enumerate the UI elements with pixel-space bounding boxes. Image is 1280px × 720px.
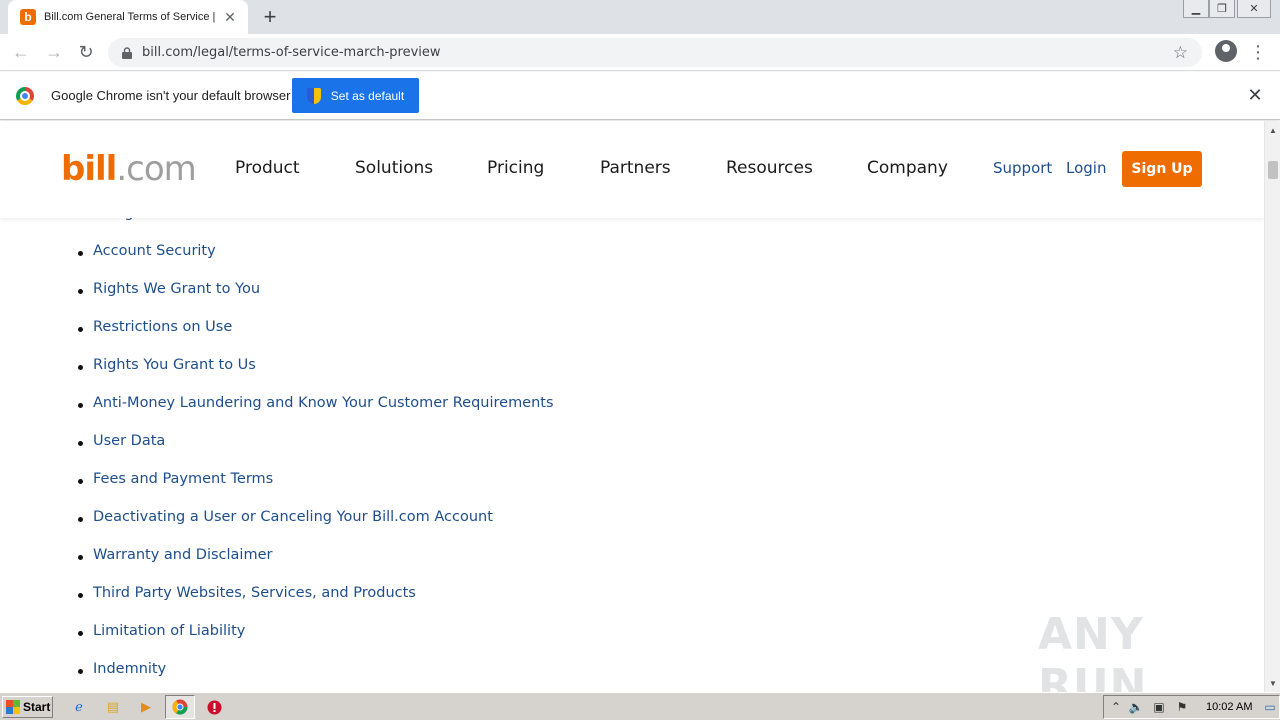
restore-icon[interactable]: ❐ bbox=[1209, 0, 1235, 18]
back-arrow-icon[interactable]: ← bbox=[9, 40, 33, 64]
url-text: bill.com/legal/terms-of-service-march-pr… bbox=[142, 45, 441, 60]
profile-avatar-icon[interactable] bbox=[1215, 40, 1237, 62]
infobar-message: Google Chrome isn't your default browser bbox=[51, 88, 291, 103]
nav-solutions[interactable]: Solutions bbox=[355, 158, 433, 178]
toc-item[interactable]: Indemnity bbox=[78, 661, 554, 692]
support-link[interactable]: Support bbox=[993, 159, 1052, 177]
infobar-close-icon[interactable]: ✕ bbox=[1246, 84, 1264, 106]
logo-dotcom: .com bbox=[116, 149, 196, 189]
tray-expand-icon[interactable]: ⌃ bbox=[1108, 699, 1124, 715]
toc-item[interactable]: User Data bbox=[78, 433, 554, 471]
system-tray: ⌃ 🔈 ▣ ⚑ ▭ bbox=[1103, 695, 1280, 719]
media-player-icon[interactable]: ▶ bbox=[137, 698, 155, 716]
action-center-flag-icon[interactable]: ⚑ bbox=[1174, 699, 1190, 715]
stop-alert-icon[interactable] bbox=[205, 698, 223, 716]
taskbar-clock[interactable]: 10:02 AM bbox=[1206, 701, 1252, 713]
bookmark-star-icon[interactable]: ☆ bbox=[1173, 43, 1188, 63]
windows-logo-icon bbox=[6, 700, 20, 714]
bill-favicon-icon: b bbox=[20, 9, 36, 25]
tab-strip: b Bill.com General Terms of Service | Bi… bbox=[0, 0, 1280, 34]
reload-icon[interactable]: ↻ bbox=[74, 40, 98, 64]
browser-toolbar: ← → ↻ bill.com/legal/terms-of-service-ma… bbox=[0, 34, 1280, 71]
login-link[interactable]: Login bbox=[1066, 159, 1106, 177]
toc-item[interactable]: Fees and Payment Terms bbox=[78, 471, 554, 509]
chrome-menu-icon[interactable]: ⋮ bbox=[1249, 40, 1267, 64]
uac-shield-icon bbox=[306, 87, 321, 104]
lock-icon bbox=[120, 46, 134, 60]
logo-bill: bill bbox=[61, 149, 117, 189]
chrome-taskbar-icon bbox=[171, 698, 189, 716]
window-close-icon[interactable]: ✕ bbox=[1237, 0, 1271, 18]
nav-product[interactable]: Product bbox=[235, 158, 300, 178]
new-tab-icon[interactable]: + bbox=[258, 4, 282, 29]
internet-explorer-icon[interactable]: ℯ bbox=[70, 698, 88, 716]
windows-taskbar: Start ℯ ▤ ▶ ⌃ 🔈 ▣ ⚑ ▭ 10:02 AM bbox=[0, 692, 1280, 720]
nav-resources[interactable]: Resources bbox=[726, 158, 813, 178]
nav-partners[interactable]: Partners bbox=[600, 158, 671, 178]
site-header: bill.com Product Solutions Pricing Partn… bbox=[0, 121, 1264, 218]
scrollbar-thumb[interactable] bbox=[1268, 161, 1278, 179]
page-viewport: bill.com Product Solutions Pricing Partn… bbox=[0, 121, 1264, 692]
toc-item[interactable]: Third Party Websites, Services, and Prod… bbox=[78, 585, 554, 623]
forward-arrow-icon[interactable]: → bbox=[42, 40, 66, 64]
browser-tab[interactable]: b Bill.com General Terms of Service | Bi… bbox=[8, 0, 248, 34]
address-bar[interactable]: bill.com/legal/terms-of-service-march-pr… bbox=[108, 38, 1202, 67]
toc-item[interactable]: Limitation of Liability bbox=[78, 623, 554, 661]
nav-pricing[interactable]: Pricing bbox=[487, 158, 544, 178]
terms-table-of-contents: Using the Bill.com Service Account Secur… bbox=[78, 205, 554, 692]
toc-item[interactable]: Rights You Grant to Us bbox=[78, 357, 554, 395]
toc-item[interactable]: Warranty and Disclaimer bbox=[78, 547, 554, 585]
default-browser-infobar: Google Chrome isn't your default browser… bbox=[0, 72, 1280, 120]
sign-up-button[interactable]: Sign Up bbox=[1122, 151, 1202, 187]
network-icon[interactable]: ▣ bbox=[1151, 699, 1167, 715]
start-button[interactable]: Start bbox=[2, 696, 53, 718]
tab-close-icon[interactable]: ✕ bbox=[222, 9, 238, 25]
page-scrollbar[interactable]: ▲ ▼ bbox=[1264, 121, 1280, 692]
show-desktop-icon[interactable]: ▭ bbox=[1262, 699, 1278, 715]
scroll-down-arrow-icon[interactable]: ▼ bbox=[1265, 676, 1280, 690]
tab-title: Bill.com General Terms of Service | Bill… bbox=[44, 11, 216, 23]
toc-item[interactable]: Account Security bbox=[78, 243, 554, 281]
toc-item[interactable]: Rights We Grant to You bbox=[78, 281, 554, 319]
nav-company[interactable]: Company bbox=[867, 158, 948, 178]
toc-item[interactable]: Anti-Money Laundering and Know Your Cust… bbox=[78, 395, 554, 433]
start-label: Start bbox=[23, 700, 51, 714]
bill-logo[interactable]: bill.com bbox=[61, 149, 197, 189]
chrome-logo-icon bbox=[16, 87, 34, 105]
minimize-icon[interactable]: ▁ bbox=[1183, 0, 1209, 18]
toc-item[interactable]: Restrictions on Use bbox=[78, 319, 554, 357]
anyrun-watermark: ANY RUN bbox=[1038, 609, 1148, 692]
set-as-default-label: Set as default bbox=[330, 88, 405, 103]
set-as-default-button[interactable]: Set as default bbox=[292, 78, 419, 113]
scroll-up-arrow-icon[interactable]: ▲ bbox=[1265, 123, 1280, 137]
volume-icon[interactable]: 🔈 bbox=[1128, 699, 1144, 715]
file-explorer-icon[interactable]: ▤ bbox=[104, 698, 122, 716]
toc-item[interactable]: Deactivating a User or Canceling Your Bi… bbox=[78, 509, 554, 547]
